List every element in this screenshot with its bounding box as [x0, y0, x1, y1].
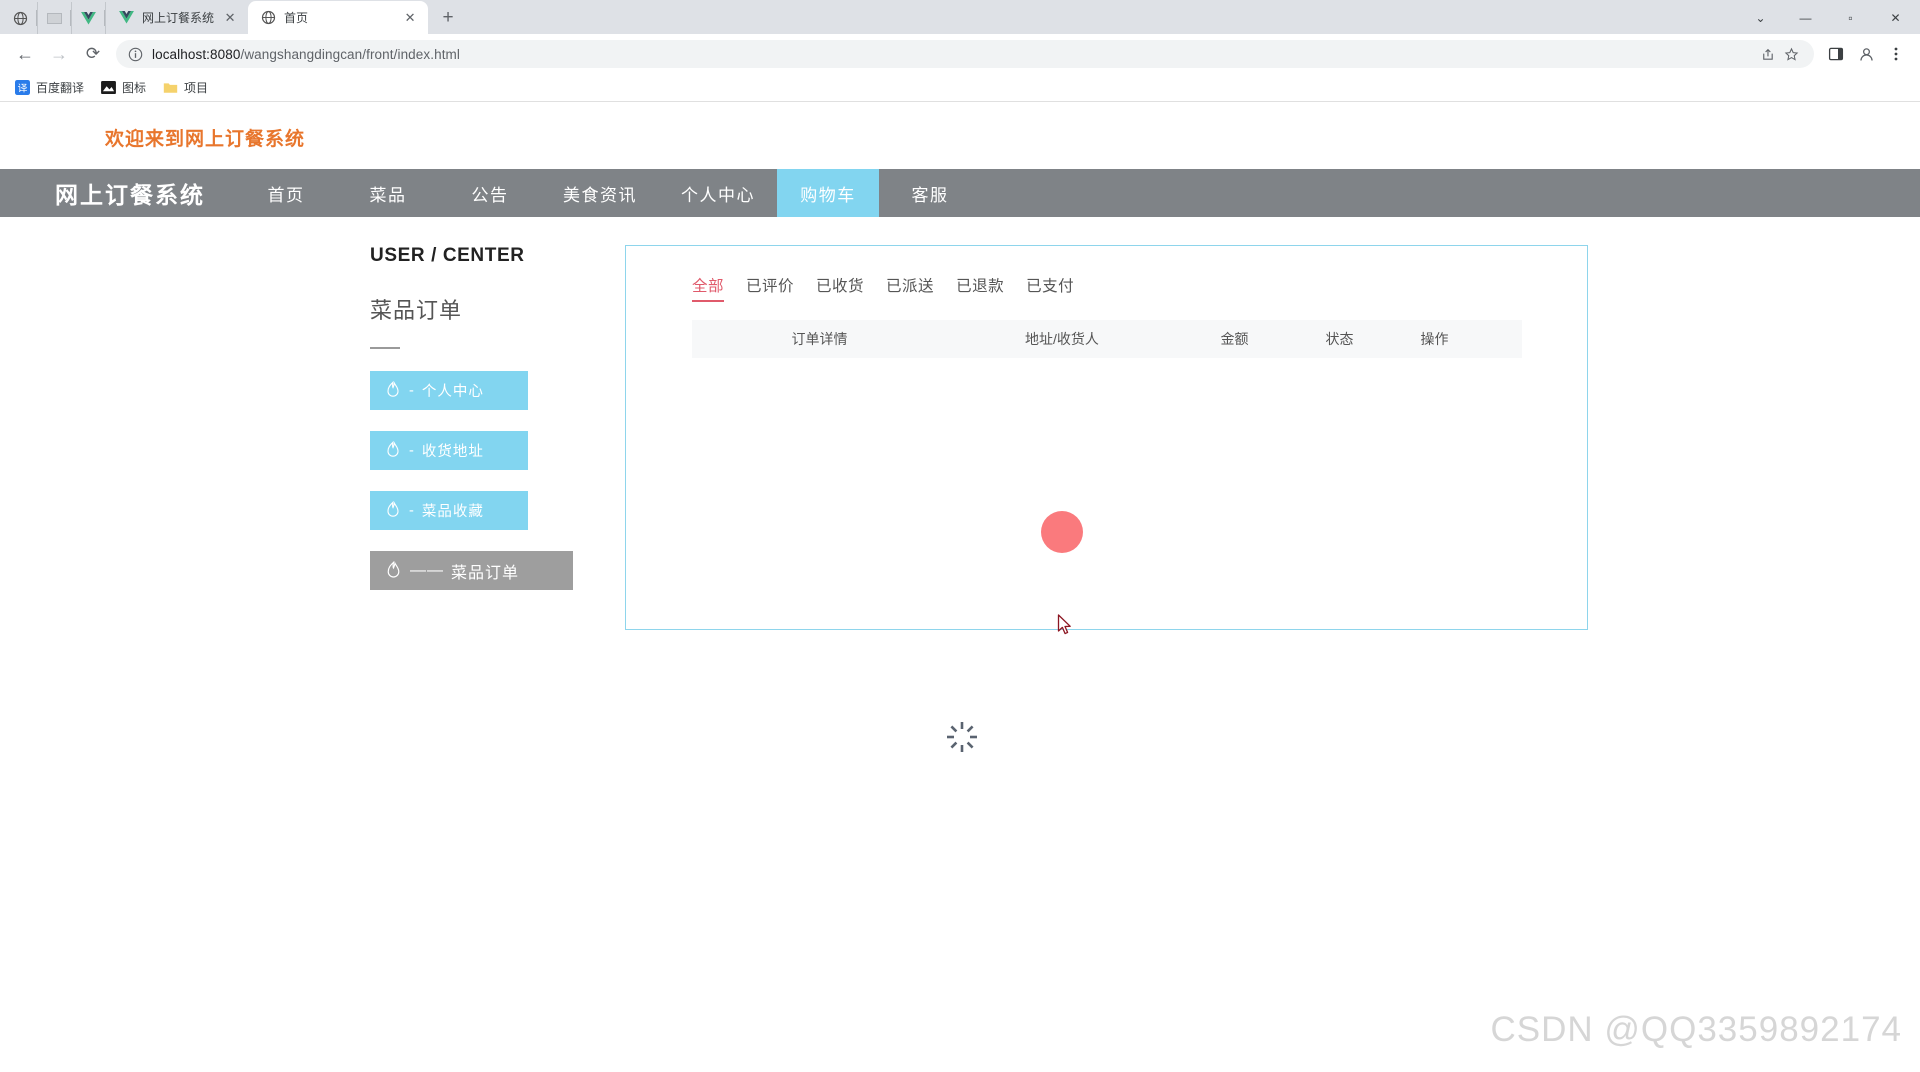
flame-icon	[384, 441, 402, 460]
bookmarks-bar: 译 百度翻译 图标 项目	[0, 74, 1920, 102]
address-bar[interactable]: localhost:8080/wangshangdingcan/front/in…	[116, 40, 1814, 68]
vue-icon	[81, 11, 96, 25]
order-tab-dispatched[interactable]: 已派送	[886, 274, 934, 302]
sidebar-item-label: 菜品订单	[451, 564, 520, 582]
sidebar-item-label: 收货地址	[421, 444, 484, 460]
close-window-button[interactable]: ✕	[1873, 2, 1918, 34]
star-icon[interactable]	[1780, 43, 1802, 65]
share-icon[interactable]	[1756, 43, 1778, 65]
blank-page-icon	[47, 12, 62, 24]
browser-chrome: 网上订餐系统 ✕ 首页 ✕ + ⌄ — ▫ ✕ ← → ⟳ localhost:…	[0, 0, 1920, 102]
url-host: localhost:8080	[152, 46, 241, 62]
reload-button[interactable]: ⟳	[78, 39, 108, 69]
globe-icon	[13, 11, 28, 25]
main-content: USER / CENTER 菜品订单 - 个人中心 - 收货地址 - 菜品收藏 …	[0, 217, 1920, 630]
sidebar-separator: ——	[410, 561, 444, 579]
loading-indicator-dot	[1041, 511, 1083, 553]
image-icon	[100, 80, 116, 96]
column-header-amount: 金额	[1220, 331, 1249, 347]
order-status-tabs: 全部 已评价 已收货 已派送 已退款 已支付	[626, 246, 1587, 302]
bookmark-label: 百度翻译	[36, 81, 85, 95]
window-controls: ⌄ — ▫ ✕	[1738, 1, 1920, 34]
nav-item-customer-service[interactable]: 客服	[879, 169, 981, 217]
side-panel-icon[interactable]	[1822, 40, 1850, 68]
bookmark-label: 图标	[122, 81, 147, 95]
orders-panel: 全部 已评价 已收货 已派送 已退款 已支付 订单详情 地址/收货人 金额 状态…	[625, 245, 1588, 630]
watermark-text: CSDN @QQ3359892174	[1490, 1010, 1902, 1049]
url-path: /wangshangdingcan/front/index.html	[240, 46, 461, 62]
column-header-address-recipient: 地址/收货人	[1025, 331, 1099, 347]
column-header-order-detail: 订单详情	[791, 331, 848, 347]
mouse-cursor	[1057, 614, 1073, 636]
mini-tab-blank[interactable]	[38, 2, 72, 34]
flame-icon	[384, 501, 402, 520]
globe-icon	[260, 10, 276, 26]
orders-table-header: 订单详情 地址/收货人 金额 状态 操作	[692, 320, 1522, 358]
sidebar-subtitle: 菜品订单	[370, 298, 463, 323]
nav-item-announcements[interactable]: 公告	[439, 169, 541, 217]
flame-icon	[384, 560, 403, 581]
vue-icon	[118, 10, 134, 26]
sidebar-item-dish-favorites[interactable]: - 菜品收藏	[370, 491, 528, 530]
site-brand: 网上订餐系统	[55, 182, 205, 208]
minimize-button[interactable]: —	[1783, 2, 1828, 34]
mini-tab-vue[interactable]	[72, 2, 106, 34]
flame-icon	[384, 381, 402, 400]
sidebar-separator: -	[409, 502, 415, 519]
order-tab-received[interactable]: 已收货	[816, 274, 864, 302]
welcome-banner: 欢迎来到网上订餐系统	[105, 129, 306, 150]
three-dot-menu-icon[interactable]	[1882, 40, 1910, 68]
sidebar-separator: -	[409, 442, 415, 459]
forward-button[interactable]: →	[44, 39, 74, 69]
maximize-button[interactable]: ▫	[1828, 2, 1873, 34]
bookmark-icons[interactable]: 图标	[96, 76, 154, 99]
tab-close-button[interactable]: ✕	[402, 10, 418, 26]
nav-item-home[interactable]: 首页	[235, 169, 337, 217]
mini-tab-globe[interactable]	[4, 2, 38, 34]
user-sidebar: USER / CENTER 菜品订单 - 个人中心 - 收货地址 - 菜品收藏 …	[370, 245, 605, 630]
bookmark-label: 项目	[184, 81, 209, 95]
tab-search-chevron-icon[interactable]: ⌄	[1738, 2, 1783, 34]
sidebar-item-user-center[interactable]: - 个人中心	[370, 371, 528, 410]
sidebar-divider	[370, 347, 400, 349]
translate-icon: 译	[14, 80, 30, 96]
profile-avatar-icon[interactable]	[1852, 40, 1880, 68]
loading-spinner	[945, 720, 979, 754]
tab-title: 首页	[284, 11, 309, 25]
site-navbar: 网上订餐系统 首页 菜品 公告 美食资讯 个人中心 购物车 客服	[0, 169, 1920, 217]
browser-tab-1[interactable]: 网上订餐系统 ✕	[106, 1, 249, 34]
sidebar-item-dish-orders[interactable]: —— 菜品订单	[370, 551, 573, 590]
sidebar-item-label: 个人中心	[421, 384, 484, 400]
order-tab-refunded[interactable]: 已退款	[956, 274, 1004, 302]
sidebar-item-label: 菜品收藏	[421, 504, 484, 520]
nav-item-shopping-cart[interactable]: 购物车	[777, 169, 879, 217]
address-bar-url: localhost:8080/wangshangdingcan/front/in…	[152, 47, 460, 62]
bookmark-baidu-translate[interactable]: 译 百度翻译	[10, 76, 92, 99]
order-tab-all[interactable]: 全部	[692, 274, 725, 302]
browser-tab-2[interactable]: 首页 ✕	[248, 1, 429, 34]
back-button[interactable]: ←	[10, 39, 40, 69]
svg-text:译: 译	[17, 82, 27, 94]
info-circle-icon[interactable]	[128, 47, 143, 62]
tab-strip: 网上订餐系统 ✕ 首页 ✕ + ⌄ — ▫ ✕	[0, 0, 1920, 34]
sidebar-title: USER / CENTER	[370, 245, 525, 266]
url-bar-row: ← → ⟳ localhost:8080/wangshangdingcan/fr…	[0, 34, 1920, 74]
tab-title: 网上订餐系统	[142, 11, 215, 25]
tab-close-button[interactable]: ✕	[222, 10, 238, 26]
order-tab-reviewed[interactable]: 已评价	[746, 274, 794, 302]
order-tab-paid[interactable]: 已支付	[1026, 274, 1074, 302]
nav-item-food-news[interactable]: 美食资讯	[541, 169, 659, 217]
nav-item-dishes[interactable]: 菜品	[337, 169, 439, 217]
sidebar-item-shipping-address[interactable]: - 收货地址	[370, 431, 528, 470]
omnibox-actions	[1756, 43, 1802, 65]
folder-icon	[162, 80, 178, 96]
nav-item-user-center[interactable]: 个人中心	[659, 169, 777, 217]
new-tab-button[interactable]: +	[434, 4, 462, 32]
page-body: 欢迎来到网上订餐系统 网上订餐系统 首页 菜品 公告 美食资讯 个人中心 购物车…	[0, 102, 1920, 1072]
column-header-action: 操作	[1420, 331, 1449, 347]
sidebar-separator: -	[409, 382, 415, 399]
column-header-status: 状态	[1325, 331, 1354, 347]
bookmark-projects[interactable]: 项目	[158, 76, 216, 99]
